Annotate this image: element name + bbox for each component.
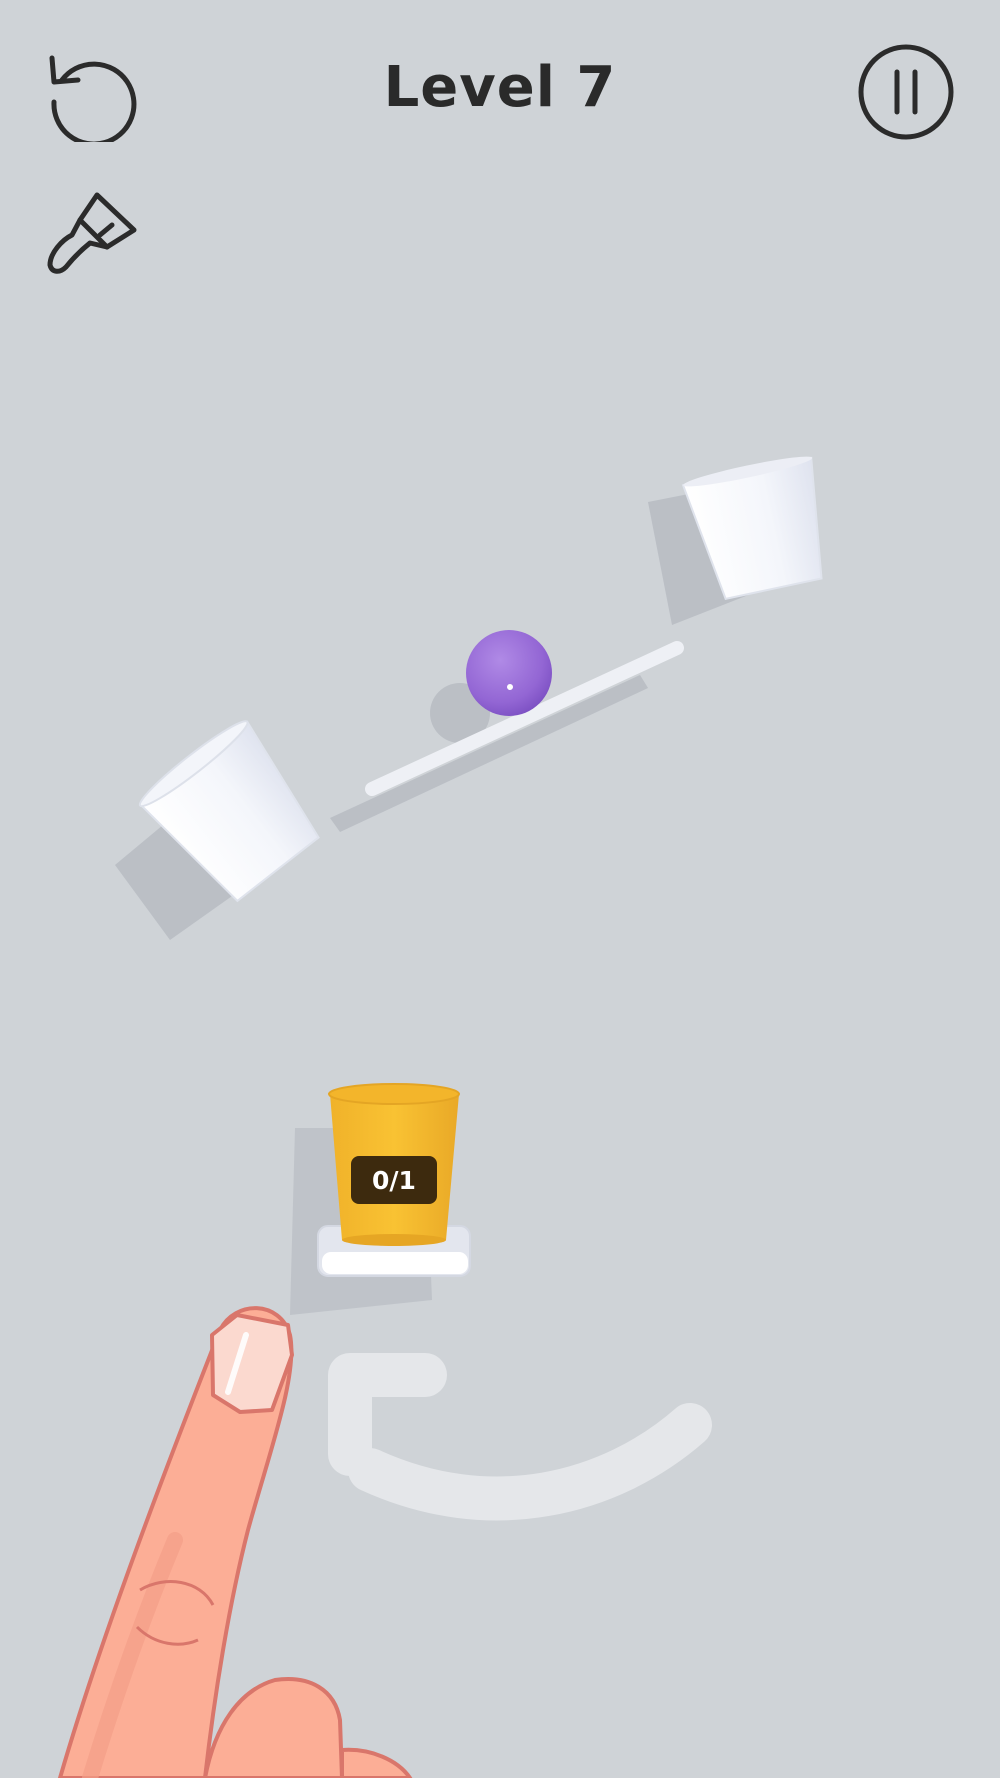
shadows xyxy=(115,474,812,1315)
purple-ball xyxy=(466,630,552,716)
pause-icon xyxy=(858,44,954,140)
restart-button[interactable] xyxy=(42,42,142,142)
paint-brush-icon xyxy=(47,192,137,274)
level-title: Level 7 xyxy=(383,55,617,120)
skin-shop-button[interactable] xyxy=(42,185,142,285)
game-scene[interactable] xyxy=(0,0,1000,1778)
curved-arrow-icon xyxy=(328,1353,712,1521)
cup-counter: 0/1 xyxy=(351,1156,437,1204)
restart-icon xyxy=(49,55,137,142)
pause-button[interactable] xyxy=(856,42,956,142)
